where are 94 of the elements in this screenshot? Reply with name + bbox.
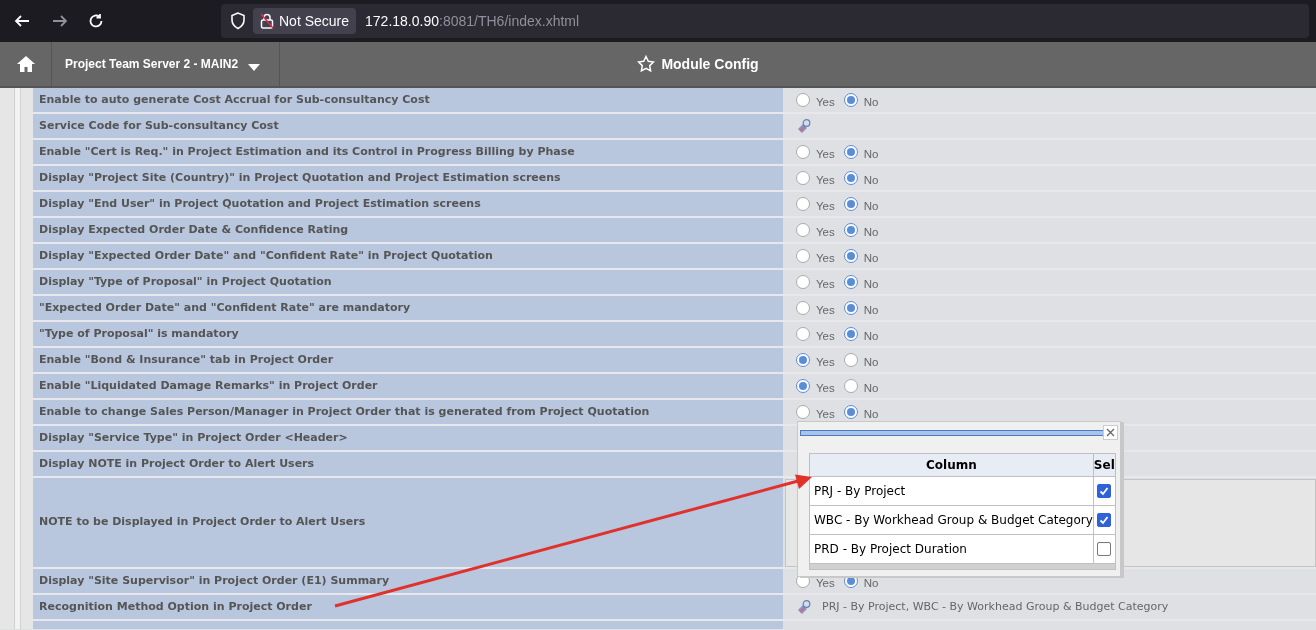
column-header: Sel xyxy=(1093,453,1116,477)
radio-button[interactable] xyxy=(843,197,858,211)
checkbox[interactable] xyxy=(1097,542,1112,556)
radio-button[interactable] xyxy=(843,327,858,341)
setting-label: Display "Expected Order Date" and "Confident Rate" in Project Quotation xyxy=(33,244,783,268)
caret-icon xyxy=(248,63,261,71)
radio-button[interactable] xyxy=(796,379,810,393)
radio-label: No xyxy=(863,302,879,318)
radio-button[interactable] xyxy=(843,353,858,367)
radio-label: Yes xyxy=(816,224,835,240)
setting-label: Enable to change Sales Person/Manager in Project Order that is generated from Project Quotation xyxy=(33,400,783,424)
radio-label: No xyxy=(863,224,879,240)
setting-label: Display "Site Supervisor" in Project Order (E1) Summary xyxy=(33,569,783,593)
radio-label: Yes xyxy=(816,380,835,396)
radio-label: Yes xyxy=(816,94,835,110)
radio-button[interactable] xyxy=(843,405,858,419)
radio-button[interactable] xyxy=(843,223,858,237)
setting-label: NOTE to be Displayed in Project Order to Alert Users xyxy=(33,478,783,567)
setting-label: Recognition Method Option in Project Order xyxy=(33,595,783,619)
radio-label: No xyxy=(863,328,879,344)
lookup-icon[interactable] xyxy=(796,599,812,615)
radio-button[interactable] xyxy=(796,301,810,315)
radio-label: No xyxy=(863,250,879,266)
table-cell: PRD - By Project Duration xyxy=(809,534,1094,564)
project-dropdown[interactable]: Project Team Server 2 - MAIN2 xyxy=(52,42,280,86)
radio-button[interactable] xyxy=(843,145,858,159)
radio-label: No xyxy=(863,172,879,188)
radio-label: Yes xyxy=(816,146,835,162)
url-text[interactable]: 172.18.0.90:8081/TH6/index.xhtml xyxy=(365,10,580,32)
setting-label: Display Expected Order Date & Confidence Rating xyxy=(33,218,783,242)
radio-button[interactable] xyxy=(843,301,858,315)
radio-label: Yes xyxy=(816,172,835,188)
radio-label: Yes xyxy=(816,406,835,422)
setting-label: "Type of Proposal" is mandatory xyxy=(33,322,783,346)
close-icon xyxy=(1106,428,1115,437)
radio-button[interactable] xyxy=(796,405,810,419)
radio-button[interactable] xyxy=(796,93,810,107)
radio-button[interactable] xyxy=(796,353,810,367)
star-icon[interactable] xyxy=(637,55,656,73)
radio-button[interactable] xyxy=(843,275,858,289)
shield-icon[interactable] xyxy=(230,12,246,30)
checkbox[interactable] xyxy=(1097,513,1112,527)
radio-label: Yes xyxy=(816,250,835,266)
checkbox[interactable] xyxy=(1097,484,1112,498)
radio-button[interactable] xyxy=(796,145,810,159)
address-bar[interactable]: Not Secure 172.18.0.90:8081/TH6/index.xhtml xyxy=(221,4,1309,38)
radio-label: Yes xyxy=(816,354,835,370)
setting-label: Display "End User" in Project Quotation and Project Estimation screens xyxy=(33,192,783,216)
radio-button[interactable] xyxy=(796,197,810,211)
radio-label: No xyxy=(863,575,879,591)
radio-button[interactable] xyxy=(843,379,858,393)
radio-label: No xyxy=(863,406,879,422)
radio-label: Yes xyxy=(816,575,835,591)
page-title: Module Config xyxy=(661,54,759,74)
broken-lock-icon xyxy=(260,13,274,29)
setting-label: Enable "Bond & Insurance" tab in Project Order xyxy=(33,348,783,372)
radio-button[interactable] xyxy=(796,223,810,237)
security-chip[interactable]: Not Secure xyxy=(253,8,357,34)
setting-label: Enable "Liquidated Damage Remarks" in Project Order xyxy=(33,374,783,398)
radio-button[interactable] xyxy=(796,327,810,341)
radio-button[interactable] xyxy=(843,93,858,107)
setting-label: Display "Type of Proposal" in Project Quotation xyxy=(33,270,783,294)
setting-label: Enable "Cert is Req." in Project Estimation and its Control in Progress Billing by Phase xyxy=(33,140,783,164)
radio-label: Yes xyxy=(816,276,835,292)
reload-icon[interactable] xyxy=(88,13,104,29)
radio-button[interactable] xyxy=(796,275,810,289)
value-text: PRJ - By Project, WBC - By Workhead Group & Budget Category xyxy=(822,598,1169,615)
setting-label: Display "Service Type" in Project Order <Header> xyxy=(33,426,783,450)
radio-label: No xyxy=(863,146,879,162)
radio-button[interactable] xyxy=(843,171,858,185)
home-icon xyxy=(15,55,36,73)
setting-label: Display NOTE in Project Order to Alert Users xyxy=(33,452,783,476)
back-icon[interactable] xyxy=(14,13,30,29)
radio-label: Yes xyxy=(816,302,835,318)
table-cell: WBC - By Workhead Group & Budget Category xyxy=(809,505,1094,535)
radio-label: No xyxy=(863,276,879,292)
radio-button[interactable] xyxy=(843,249,858,263)
forward-icon[interactable] xyxy=(52,13,68,29)
radio-label: No xyxy=(863,198,879,214)
radio-label: Yes xyxy=(816,328,835,344)
radio-button[interactable] xyxy=(796,171,810,185)
lookup-icon[interactable] xyxy=(796,118,812,134)
radio-label: No xyxy=(863,380,879,396)
setting-label: "Expected Order Date" and "Confident Rate" are mandatory xyxy=(33,296,783,320)
radio-label: No xyxy=(863,94,879,110)
column-header: Column xyxy=(809,453,1094,477)
radio-label: Yes xyxy=(816,198,835,214)
setting-label: Service Code for Sub-consultancy Cost xyxy=(33,114,783,138)
setting-label: Display "Project Site (Country)" in Project Quotation and Project Estimation screens xyxy=(33,166,783,190)
radio-label: No xyxy=(863,354,879,370)
setting-label: Enable to auto generate Cost Accrual for Sub-consultancy Cost xyxy=(33,88,783,112)
radio-button[interactable] xyxy=(796,249,810,263)
close-button[interactable] xyxy=(1103,425,1118,440)
table-cell: PRJ - By Project xyxy=(809,476,1094,506)
